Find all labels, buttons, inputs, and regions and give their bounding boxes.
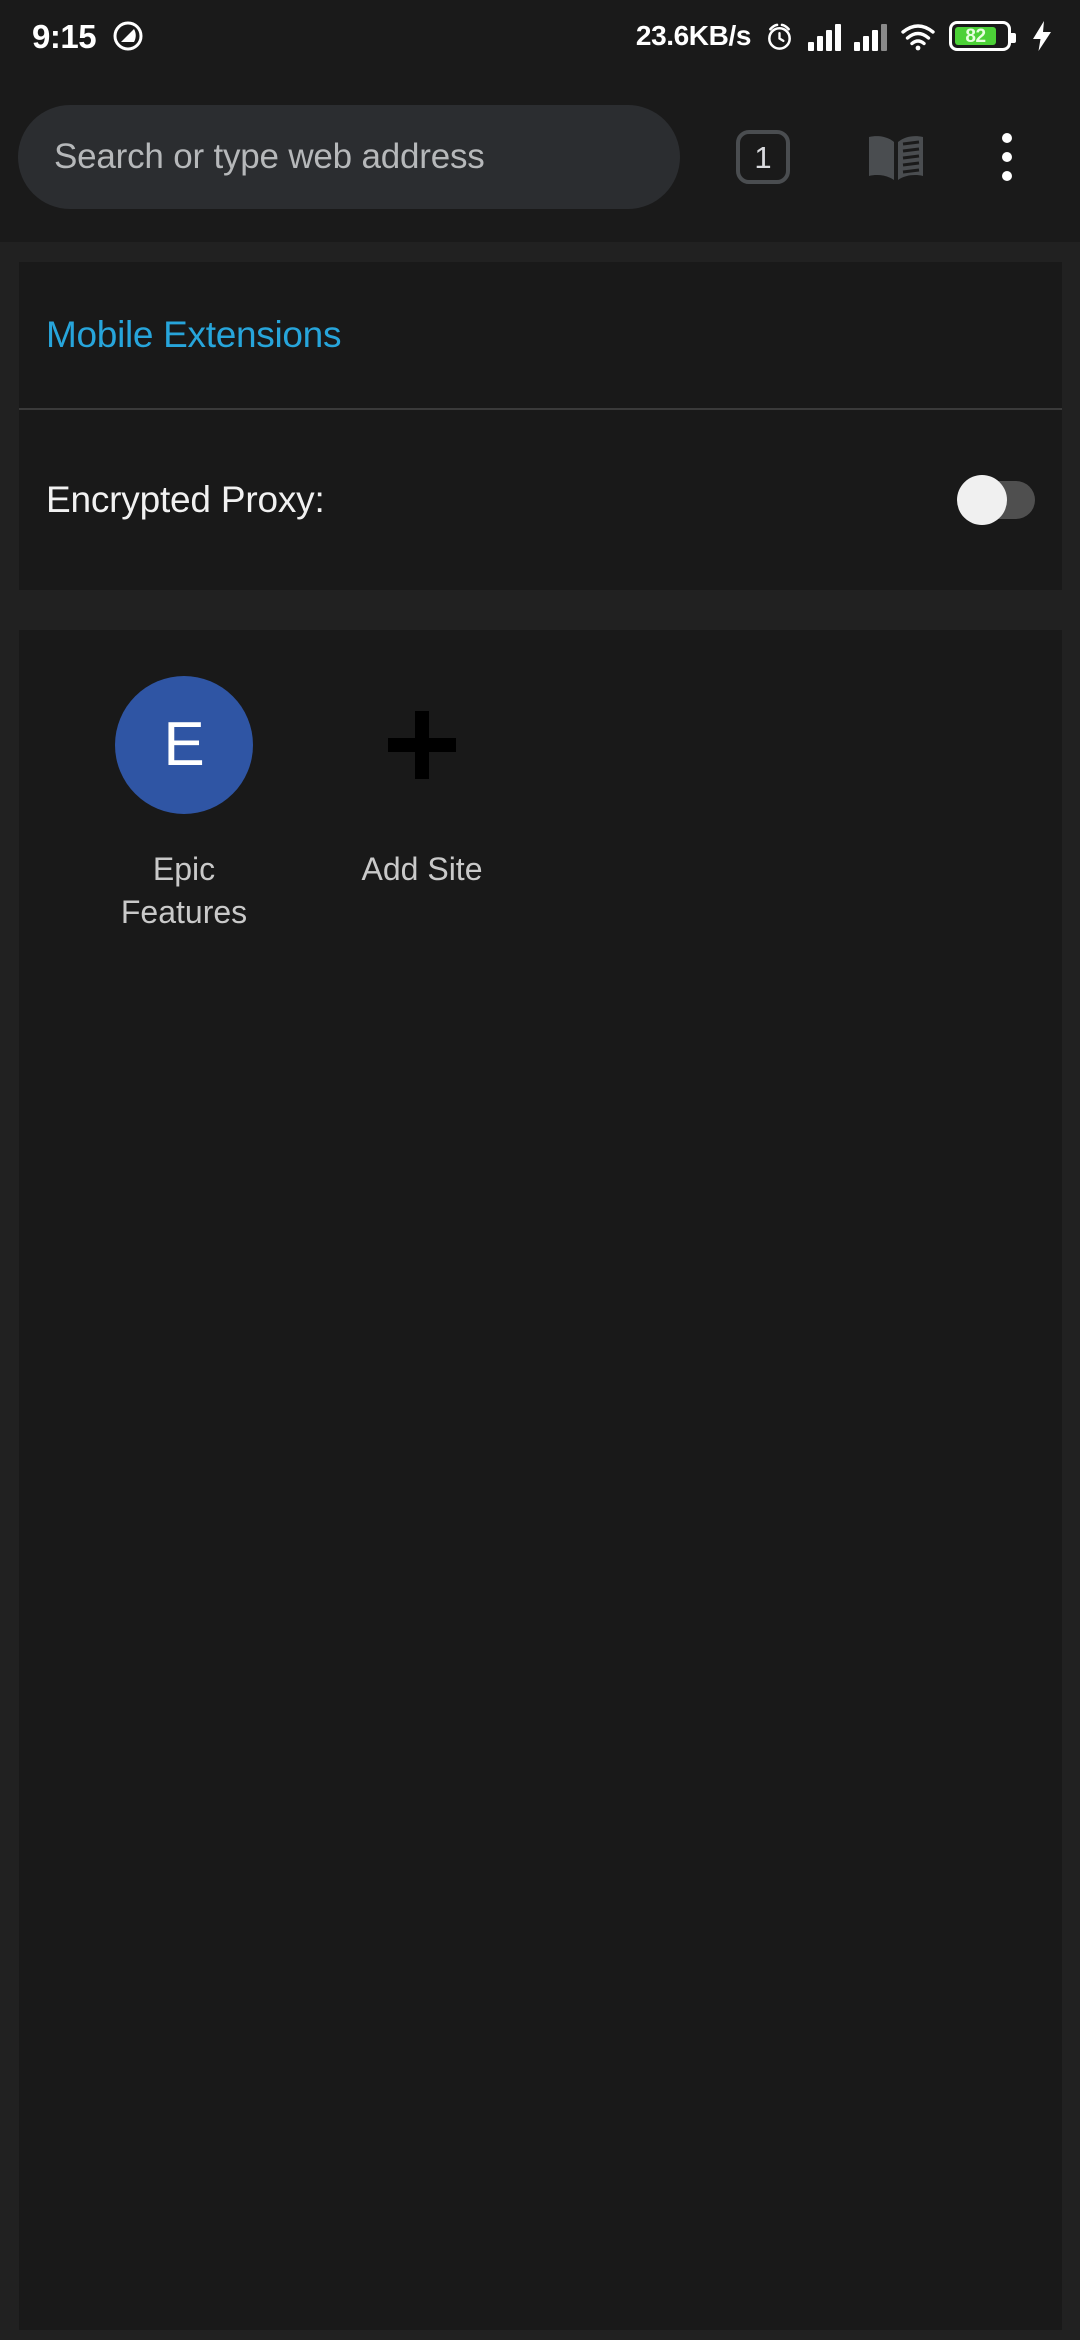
encrypted-proxy-label: Encrypted Proxy: (46, 479, 325, 520)
browser-screen: 9:15 23.6KB/s 82 Search or type web addr… (0, 0, 1080, 2340)
add-site-label: Add Site (361, 851, 483, 887)
battery-percent-text: 82 (965, 25, 986, 47)
extensions-card: Mobile Extensions Encrypted Proxy: (19, 262, 1062, 590)
sites-card: E Epic Features Add Site (19, 630, 1062, 2330)
extensions-card-header: Mobile Extensions (19, 262, 1062, 410)
battery-icon: 82 (949, 21, 1016, 51)
toolbar-actions: 1 (680, 130, 1056, 184)
site-avatar-initial: E (163, 710, 205, 779)
cellular-signal-secondary-icon (854, 21, 887, 51)
tab-counter-button[interactable]: 1 (736, 130, 790, 184)
book-icon[interactable] (866, 131, 926, 183)
overflow-menu-icon[interactable] (1002, 133, 1012, 181)
page-content: Mobile Extensions Encrypted Proxy: E Epi… (0, 242, 1080, 2340)
add-site-tile[interactable]: Add Site (303, 676, 541, 891)
encrypted-proxy-toggle[interactable] (957, 475, 1035, 525)
plus-icon (388, 711, 456, 779)
status-bar-clock: 9:15 (32, 17, 97, 55)
site-avatar: E (115, 676, 253, 814)
cellular-signal-icon (808, 21, 841, 51)
status-bar-left: 9:15 (32, 20, 144, 53)
tab-counter-label: 1 (754, 139, 772, 175)
charging-bolt-icon (1030, 20, 1054, 52)
sites-grid: E Epic Features Add Site (19, 676, 1062, 933)
alarm-clock-icon (764, 21, 795, 52)
do-not-disturb-icon (112, 20, 144, 52)
encrypted-proxy-row[interactable]: Encrypted Proxy: (19, 410, 1062, 590)
site-tile-epic-features[interactable]: E Epic Features (65, 676, 303, 933)
status-bar: 9:15 23.6KB/s 82 (0, 0, 1080, 72)
url-bar[interactable]: Search or type web address (18, 105, 680, 209)
network-speed-text: 23.6KB/s (635, 20, 751, 51)
site-label-line-2: Features (120, 893, 248, 930)
toggle-thumb (957, 475, 1007, 525)
status-bar-right: 23.6KB/s 82 (636, 20, 1054, 52)
add-site-icon-wrap (353, 676, 491, 814)
encrypted-proxy-control (957, 475, 1035, 525)
wifi-icon (900, 21, 936, 51)
browser-toolbar: Search or type web address 1 (0, 72, 1080, 242)
site-tile-label: Epic Features (121, 848, 247, 933)
mobile-extensions-link[interactable]: Mobile Extensions (46, 314, 341, 356)
search-input-placeholder[interactable]: Search or type web address (54, 137, 485, 177)
site-label-line-1: Epic (152, 851, 216, 887)
